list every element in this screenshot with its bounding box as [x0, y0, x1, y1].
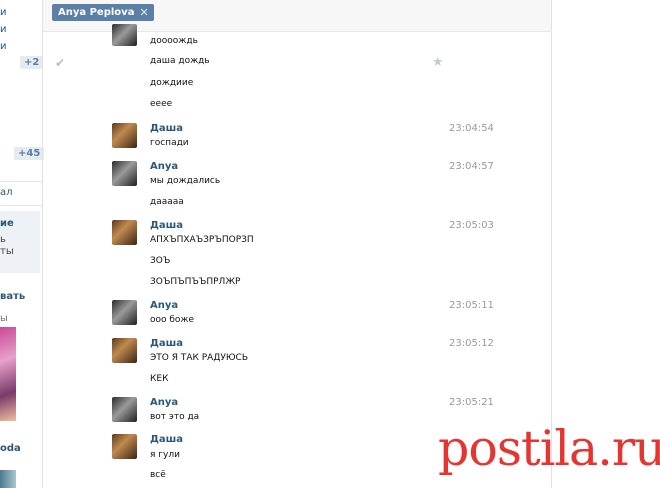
avatar[interactable] [112, 220, 137, 245]
message-text: ЗОЪ [150, 256, 171, 266]
left-fragment[interactable]: ал [0, 187, 13, 198]
avatar[interactable] [112, 434, 137, 459]
message-group: доооождь даша дождь дождиие ееее [112, 20, 492, 115]
counter-badge[interactable]: +2 [20, 56, 44, 69]
left-sidebar: и и и +2 +45 ал ие ь ты вать ы oda [0, 0, 45, 488]
left-fragment: ты [0, 246, 14, 257]
message-text: госпади [150, 138, 189, 148]
message-text: дааааа [150, 197, 184, 207]
message-time[interactable]: 23:05:21 [449, 397, 494, 408]
message-time[interactable]: 23:05:12 [449, 338, 494, 349]
message-text: ееее [150, 99, 173, 109]
message-text: дождиие [150, 78, 194, 88]
watermark-dot: . [597, 420, 613, 477]
recipient-name: Anya Peplova [58, 7, 135, 18]
avatar[interactable] [112, 300, 137, 325]
message-text: ооо боже [150, 315, 195, 325]
check-icon[interactable]: ✔ [55, 56, 65, 70]
sender-name[interactable]: Даша [150, 434, 183, 445]
ad-image[interactable] [0, 327, 16, 421]
divider [0, 205, 42, 206]
divider [42, 0, 43, 488]
message-text: доооождь [150, 36, 198, 46]
close-icon[interactable]: ✕ [139, 4, 148, 21]
divider [0, 181, 42, 182]
ad-image[interactable] [0, 470, 16, 488]
counter-badge[interactable]: +45 [14, 147, 45, 160]
left-fragment[interactable]: вать [0, 291, 25, 302]
sender-name[interactable]: Даша [150, 123, 183, 134]
message-time[interactable]: 23:04:54 [449, 123, 494, 134]
message-text: даша дождь [150, 56, 210, 66]
message-text: ЭТО Я ТАК РАДУЮСЬ [150, 353, 249, 363]
sender-name[interactable]: Даша [150, 220, 183, 231]
message-text: вот это да [150, 412, 200, 422]
message-text: я гули [150, 450, 180, 460]
avatar[interactable] [112, 397, 137, 422]
sender-name[interactable]: Anya [150, 161, 178, 172]
message-text: ЗОЪПЪПЪЪПРЛЖР [150, 277, 241, 287]
message-text: АПХЪПХАЪЗРЪПОРЗП [150, 235, 254, 245]
recipient-chip[interactable]: Anya Peplova ✕ [52, 4, 154, 21]
left-fragment[interactable]: и [0, 24, 7, 35]
avatar[interactable] [112, 338, 137, 363]
message-text: мы дождались [150, 176, 221, 186]
watermark-tld: ru [611, 420, 660, 477]
watermark-text: postila [438, 420, 598, 477]
message-time[interactable]: 23:05:11 [449, 300, 494, 311]
divider [551, 0, 552, 488]
sender-name[interactable]: Даша [150, 338, 183, 349]
left-fragment: ы [0, 313, 8, 324]
message-text: КЕК [150, 374, 169, 384]
left-fragment: ь [0, 234, 6, 245]
avatar[interactable] [112, 123, 137, 148]
left-fragment[interactable]: oda [0, 443, 21, 454]
left-fragment[interactable]: и [0, 41, 7, 52]
avatar[interactable] [112, 161, 137, 186]
message-time[interactable]: 23:04:57 [449, 161, 494, 172]
sender-name[interactable]: Anya [150, 397, 178, 408]
message-text: всё [150, 470, 166, 480]
left-fragment[interactable]: и [0, 7, 7, 18]
message-time[interactable]: 23:05:03 [449, 220, 494, 231]
sender-name[interactable]: Anya [150, 300, 178, 311]
avatar[interactable] [112, 24, 137, 46]
left-fragment[interactable]: ие [0, 218, 14, 229]
watermark: postila.ru [438, 420, 660, 477]
